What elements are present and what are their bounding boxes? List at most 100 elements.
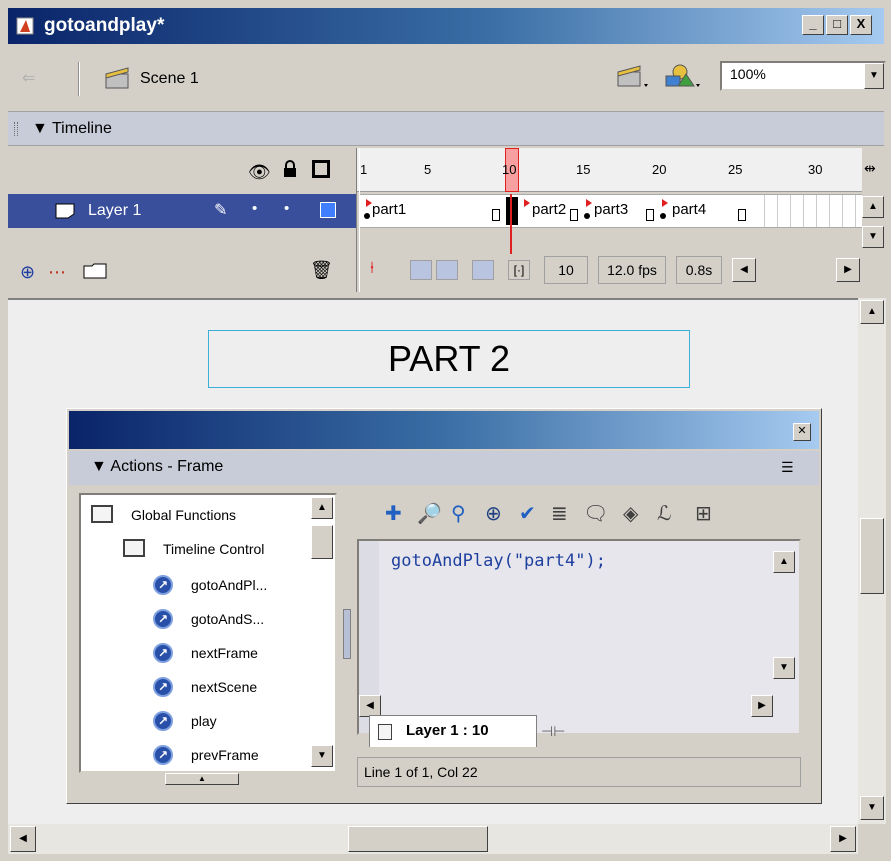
tree-subcategory[interactable]: Timeline Control (81, 533, 311, 567)
tree-item[interactable]: ↗ prevFrame (81, 739, 311, 773)
tree-item[interactable]: ↗ gotoAndPl... (81, 569, 311, 603)
end-frame (570, 209, 578, 221)
edit-scene-icon[interactable] (616, 64, 652, 94)
center-frame-icon[interactable]: ⍿ (370, 260, 374, 278)
find-replace-icon[interactable]: ⚲ (451, 501, 466, 526)
script-line[interactable]: gotoAndPlay("part4"); (391, 551, 606, 571)
script-tab[interactable]: Layer 1 : 10 (369, 715, 537, 747)
keyframe[interactable] (584, 213, 590, 219)
expand-toolbox-button[interactable]: ▲ (165, 773, 239, 785)
frame-ruler[interactable]: 1 5 10 15 20 25 30 (356, 148, 862, 192)
scene-label[interactable]: Scene 1 (140, 70, 199, 88)
lock-dot[interactable]: • (284, 200, 289, 217)
insert-target-path-icon[interactable]: ⊕ (485, 501, 502, 526)
scroll-down-button[interactable]: ▼ (862, 226, 884, 248)
minimize-button[interactable]: _ (802, 15, 824, 35)
maximize-button[interactable]: □ (826, 15, 848, 35)
horizontal-scrollbar[interactable]: ◀ ▶ (8, 824, 858, 854)
scroll-up-button[interactable]: ▲ (862, 196, 884, 218)
ruler-tick: 5 (424, 162, 432, 177)
script-editor[interactable]: gotoAndPlay("part4"); ▲ ▼ ◀ ▶ (357, 539, 801, 735)
options-menu-icon[interactable]: ☰ (781, 459, 794, 476)
tree-item[interactable]: ↗ play (81, 705, 311, 739)
add-item-icon[interactable]: ✚ (385, 501, 402, 526)
tree-item[interactable]: ↗ gotoAndS... (81, 603, 311, 637)
layer-row[interactable]: Layer 1 ✎ • • (8, 194, 356, 228)
scroll-thumb[interactable] (860, 518, 884, 594)
pane-splitter[interactable] (343, 609, 351, 659)
close-button[interactable]: ✕ (793, 423, 811, 441)
empty-frames[interactable] (752, 195, 862, 227)
scroll-down-button[interactable]: ▼ (311, 745, 333, 767)
scroll-up-button[interactable]: ▲ (311, 497, 333, 519)
onion-markers-icon[interactable]: [·] (508, 260, 530, 280)
action-icon: ↗ (153, 575, 173, 595)
tree-category[interactable]: Global Functions (81, 499, 311, 533)
chevron-down-icon[interactable]: ▼ (864, 63, 884, 89)
frames-row[interactable]: part1 part2 part3 part4 (360, 194, 862, 228)
keyframe[interactable] (660, 213, 666, 219)
trash-icon[interactable]: 🗑 (310, 260, 333, 281)
scroll-right-button[interactable]: ▶ (830, 826, 856, 852)
frame-rate-field[interactable]: 12.0 fps (598, 256, 666, 284)
back-arrow-icon[interactable]: ⇐ (22, 68, 35, 88)
book-icon (91, 505, 113, 523)
timeline-body: 👁 1 5 10 15 20 25 30 ⇹ Layer 1 ✎ • • par… (8, 146, 884, 296)
ruler-tick: 20 (652, 162, 667, 177)
scroll-up-button[interactable]: ▲ (860, 300, 884, 324)
edit-symbols-icon[interactable] (664, 62, 704, 94)
vertical-scrollbar[interactable]: ▲ ▼ (858, 298, 886, 824)
keyframe[interactable] (364, 213, 370, 219)
book-icon (123, 539, 145, 557)
scroll-down-button[interactable]: ▼ (860, 796, 884, 820)
actions-header[interactable]: ▼ Actions - Frame ☰ (69, 451, 819, 485)
debug-options-icon[interactable]: ◈ (623, 501, 638, 526)
visibility-dot[interactable]: • (252, 200, 257, 217)
find-icon[interactable]: 🔎 (417, 501, 442, 526)
pin-script-icon[interactable]: ⊣⊢ (541, 723, 565, 740)
scroll-right-button[interactable]: ▶ (836, 258, 860, 282)
add-motion-guide-icon[interactable]: ⋯ (48, 262, 66, 283)
auto-format-icon[interactable]: ≣ (551, 501, 568, 526)
check-syntax-icon[interactable]: ✔ (519, 501, 536, 526)
scroll-left-button[interactable]: ◀ (359, 695, 381, 717)
stage-text-field[interactable]: PART 2 (208, 330, 690, 388)
close-button[interactable]: X (850, 15, 872, 35)
scroll-left-button[interactable]: ◀ (732, 258, 756, 282)
layer-color-swatch[interactable] (320, 202, 336, 218)
frame-label: part2 (532, 201, 567, 218)
scroll-thumb[interactable] (311, 525, 333, 559)
onion-outlines-icon[interactable] (436, 260, 458, 280)
scroll-right-button[interactable]: ▶ (751, 695, 773, 717)
grip-handle[interactable] (14, 122, 18, 136)
scroll-up-button[interactable]: ▲ (773, 551, 795, 573)
timeline-panel-header[interactable]: ▼ Timeline (8, 112, 884, 146)
pencil-icon: ✎ (214, 202, 228, 219)
tree-item[interactable]: ↗ nextFrame (81, 637, 311, 671)
scroll-thumb[interactable] (348, 826, 488, 852)
insert-layer-icon[interactable]: ⊕ (20, 262, 35, 283)
onion-skin-icon[interactable] (410, 260, 432, 280)
insert-folder-icon[interactable] (82, 260, 108, 284)
actions-titlebar[interactable]: ✕ (69, 411, 819, 449)
zoom-value: 100% (730, 66, 766, 82)
center-frame-icon[interactable]: ⇹ (864, 160, 876, 177)
code-hint-icon[interactable]: 🗨 (583, 501, 608, 526)
lock-icon[interactable] (282, 160, 298, 182)
scroll-left-button[interactable]: ◀ (10, 826, 36, 852)
layer-name[interactable]: Layer 1 (88, 202, 141, 220)
scroll-down-button[interactable]: ▼ (773, 657, 795, 679)
ruler-tick: 25 (728, 162, 743, 177)
selected-frame[interactable] (506, 197, 518, 225)
tree-item[interactable]: ↗ nextScene (81, 671, 311, 705)
eye-icon[interactable]: 👁 (248, 162, 271, 183)
edit-multiple-frames-icon[interactable] (472, 260, 494, 280)
reference-icon[interactable]: ℒ (657, 501, 671, 526)
zoom-select[interactable]: 100% ▼ (720, 61, 886, 91)
view-options-icon[interactable]: ⊞ (695, 501, 712, 526)
action-label: prevFrame (191, 747, 259, 763)
layer-icon (54, 202, 76, 224)
outline-icon[interactable] (312, 160, 330, 178)
action-label: gotoAndPl... (191, 577, 268, 593)
clapperboard-icon (104, 66, 132, 94)
